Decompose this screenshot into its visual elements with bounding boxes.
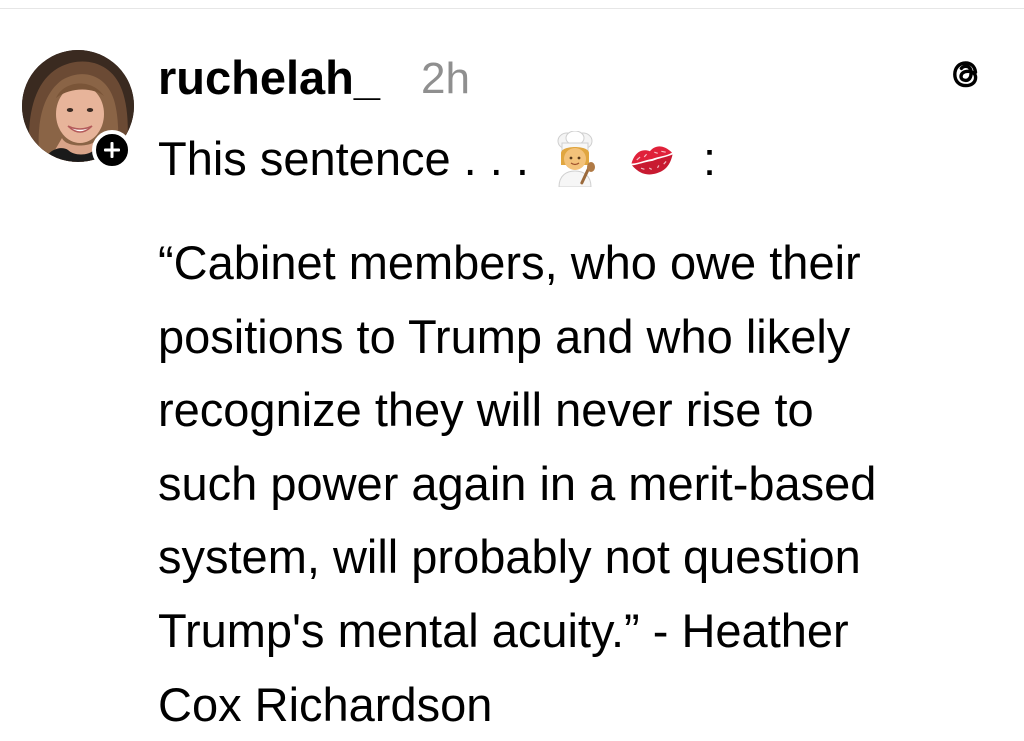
post-body-line: Cox Richardson <box>158 677 493 731</box>
post-body: “Cabinet members, who owe their position… <box>158 226 1008 741</box>
post-body-line: “Cabinet members, who owe their <box>158 236 861 289</box>
post-intro-line: This sentence . . .: <box>158 128 716 190</box>
post-body-line: system, will probably not question <box>158 530 861 584</box>
post-body-line: such power again in a merit-based <box>158 456 877 510</box>
threads-logo-icon[interactable] <box>945 53 987 95</box>
top-divider <box>0 0 1024 9</box>
username-link[interactable]: ruchelah_ <box>158 48 380 108</box>
avatar-container[interactable] <box>22 50 134 170</box>
post-intro-suffix: : <box>702 132 717 185</box>
plus-icon <box>104 142 120 158</box>
kiss-mark-emoji <box>627 134 677 184</box>
post-body-line: Trump's mental acuity.” - Heather <box>158 603 849 657</box>
post-body-line: recognize they will never rise to <box>158 383 814 437</box>
post-timestamp: 2h <box>421 54 470 103</box>
follow-button[interactable] <box>92 130 132 170</box>
woman-cook-emoji <box>551 130 599 188</box>
post-body-line: positions to Trump and who likely <box>158 309 851 363</box>
post-intro-text: This sentence . . . <box>158 132 529 185</box>
